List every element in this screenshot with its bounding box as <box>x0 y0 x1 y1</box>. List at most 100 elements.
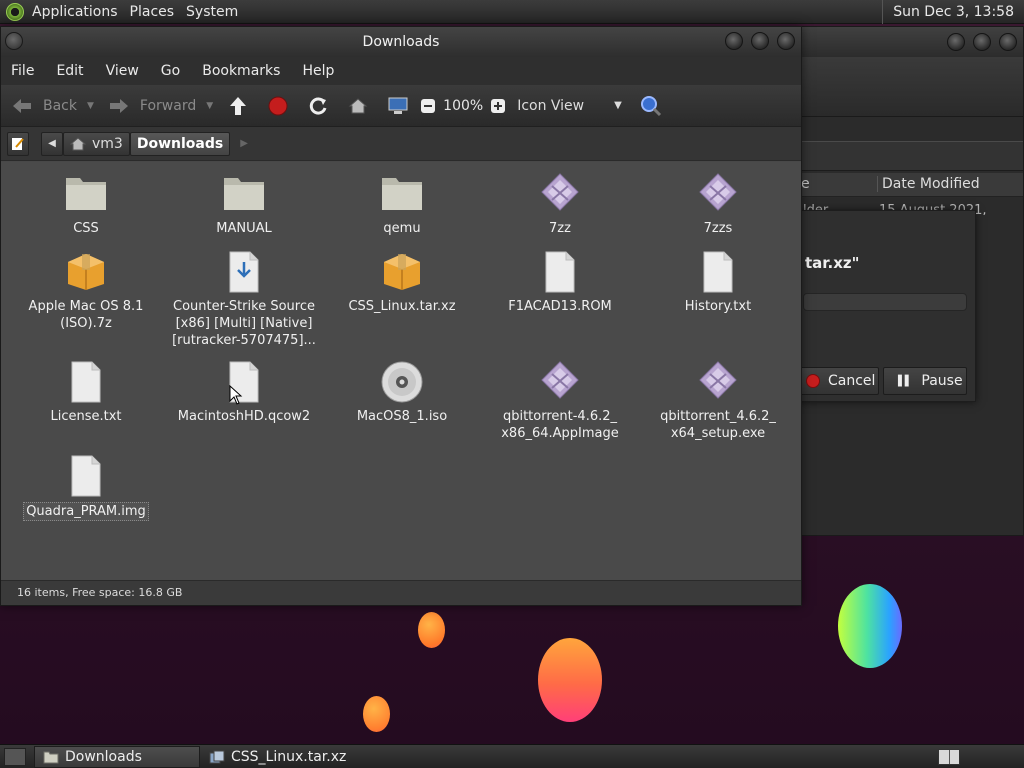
file-item-label: MacOS8_1.iso <box>356 409 448 424</box>
maximize-button[interactable] <box>973 33 991 51</box>
window-title: Downloads <box>362 34 440 50</box>
home-icon[interactable] <box>347 95 369 117</box>
show-desktop-button[interactable] <box>4 747 26 766</box>
places-menu[interactable]: Places <box>126 4 183 20</box>
path-segment-downloads[interactable]: Downloads <box>129 131 231 156</box>
distro-logo-icon[interactable] <box>6 2 24 21</box>
pause-label: Pause <box>921 373 963 389</box>
chevron-right-icon[interactable]: ▶ <box>240 138 248 149</box>
menu-go[interactable]: Go <box>161 63 180 79</box>
path-segment-label: Downloads <box>136 135 224 152</box>
location-toggle-button[interactable] <box>7 131 29 156</box>
file-item[interactable]: 7zzs <box>643 172 793 237</box>
file-item[interactable]: CSS <box>11 172 161 237</box>
file-item[interactable]: qbittorrent-4.6.2_ x86_64.AppImage <box>485 360 635 442</box>
column-header-date-modified[interactable]: Date Modified <box>877 176 980 192</box>
file-item[interactable]: Apple Mac OS 8.1 (ISO).7z <box>11 250 161 332</box>
wallpaper-bubble <box>538 638 602 722</box>
minimize-button[interactable] <box>725 32 743 50</box>
file-operation-dialog: tar.xz" Cancel ▌▌ Pause <box>790 210 976 402</box>
zoom-in-icon[interactable] <box>487 95 509 117</box>
computer-icon[interactable] <box>387 95 409 117</box>
menubar: File Edit View Go Bookmarks Help <box>1 57 801 85</box>
menu-file[interactable]: File <box>11 63 34 79</box>
background-window-pathbar <box>791 141 1023 171</box>
file-item[interactable]: 7zz <box>485 172 635 237</box>
cancel-button[interactable]: Cancel <box>795 367 879 395</box>
torrent-file-icon <box>222 250 266 294</box>
file-icon <box>64 454 108 498</box>
minimize-button[interactable] <box>947 33 965 51</box>
executable-icon <box>696 172 740 216</box>
back-label: Back <box>43 97 77 114</box>
menu-help[interactable]: Help <box>302 63 334 79</box>
clock[interactable]: Sun Dec 3, 13:58 <box>882 0 1024 24</box>
file-item[interactable]: MANUAL <box>169 172 319 237</box>
cancel-label: Cancel <box>828 373 876 389</box>
menu-bookmarks[interactable]: Bookmarks <box>202 63 280 79</box>
file-item[interactable]: qbittorrent_4.6.2_ x64_setup.exe <box>643 360 793 442</box>
zoom-out-icon[interactable] <box>417 95 439 117</box>
file-item-label: qbittorrent_4.6.2_ x64_setup.exe <box>660 409 776 441</box>
toolbar: Back ▼ Forward ▼ 100% Icon View ▼ <box>1 85 801 127</box>
up-arrow-icon[interactable] <box>227 95 249 117</box>
folder-icon <box>43 751 59 763</box>
view-mode-select[interactable]: Icon View ▼ <box>517 98 622 114</box>
file-item[interactable]: CSS_Linux.tar.xz <box>327 250 477 315</box>
stop-icon[interactable] <box>267 95 289 117</box>
forward-button[interactable]: Forward ▼ <box>108 95 213 117</box>
window-titlebar[interactable]: Downloads <box>1 27 801 57</box>
background-window-titlebar[interactable] <box>791 27 1023 57</box>
window-menu-button[interactable] <box>5 32 23 50</box>
file-manager-window: Downloads File Edit View Go Bookmarks He… <box>0 26 802 606</box>
file-item-label: Apple Mac OS 8.1 (ISO).7z <box>28 299 144 331</box>
search-icon[interactable] <box>640 95 662 117</box>
path-segment-vm3[interactable]: vm3 <box>63 131 130 156</box>
taskbar-item-downloads[interactable]: Downloads <box>34 745 200 768</box>
text-file-icon <box>64 360 108 404</box>
archive-icon <box>380 250 424 294</box>
menu-view[interactable]: View <box>106 63 139 79</box>
file-item[interactable]: History.txt <box>643 250 793 315</box>
icon-view[interactable]: CSS MANUAL qemu 7zz 7zzs Apple Mac OS 8.1 (IS… <box>1 162 801 580</box>
chevron-down-icon[interactable]: ▼ <box>206 101 213 111</box>
archive-icon <box>64 250 108 294</box>
wallpaper-bubble <box>418 612 445 648</box>
file-item[interactable]: License.txt <box>11 360 161 425</box>
maximize-button[interactable] <box>751 32 769 50</box>
close-button[interactable] <box>777 32 795 50</box>
file-item[interactable]: Quadra_PRAM.img <box>11 454 161 521</box>
file-item[interactable]: qemu <box>327 172 477 237</box>
bottom-panel: Downloads CSS_Linux.tar.xz <box>0 744 1024 768</box>
file-item[interactable]: MacintoshHD.qcow2 <box>169 360 319 425</box>
reload-icon[interactable] <box>307 95 329 117</box>
disc-image-icon <box>380 360 424 404</box>
file-copy-icon <box>209 750 225 763</box>
menu-edit[interactable]: Edit <box>56 63 83 79</box>
wallpaper-bubble <box>838 584 902 668</box>
file-item[interactable]: F1ACAD13.ROM <box>485 250 635 315</box>
file-item[interactable]: MacOS8_1.iso <box>327 360 477 425</box>
edit-icon <box>12 137 24 150</box>
file-item-label: CSS <box>73 221 99 236</box>
file-item[interactable]: Counter-Strike Source [x86] [Multi] [Nat… <box>169 250 319 349</box>
file-item-label: License.txt <box>50 409 122 424</box>
column-header-name[interactable]: e <box>801 176 810 192</box>
workspace-switcher[interactable] <box>938 748 960 765</box>
close-button[interactable] <box>999 33 1017 51</box>
applications-menu[interactable]: Applications <box>30 4 126 20</box>
file-item-label: qemu <box>383 221 421 236</box>
file-icon <box>538 250 582 294</box>
pause-button[interactable]: ▌▌ Pause <box>883 367 967 395</box>
taskbar-item-label: CSS_Linux.tar.xz <box>231 748 347 765</box>
dialog-filename: tar.xz" <box>805 254 860 272</box>
back-button[interactable]: Back ▼ <box>11 95 94 117</box>
view-mode-label: Icon View <box>517 97 585 114</box>
taskbar-item-css-linux[interactable]: CSS_Linux.tar.xz <box>200 746 355 768</box>
stop-icon <box>806 374 820 388</box>
chevron-down-icon[interactable]: ▼ <box>87 101 94 111</box>
home-icon <box>70 136 86 150</box>
wallpaper-bubble <box>363 696 390 732</box>
path-scroll-left-button[interactable]: ◀ <box>41 131 63 156</box>
system-menu[interactable]: System <box>182 4 246 20</box>
